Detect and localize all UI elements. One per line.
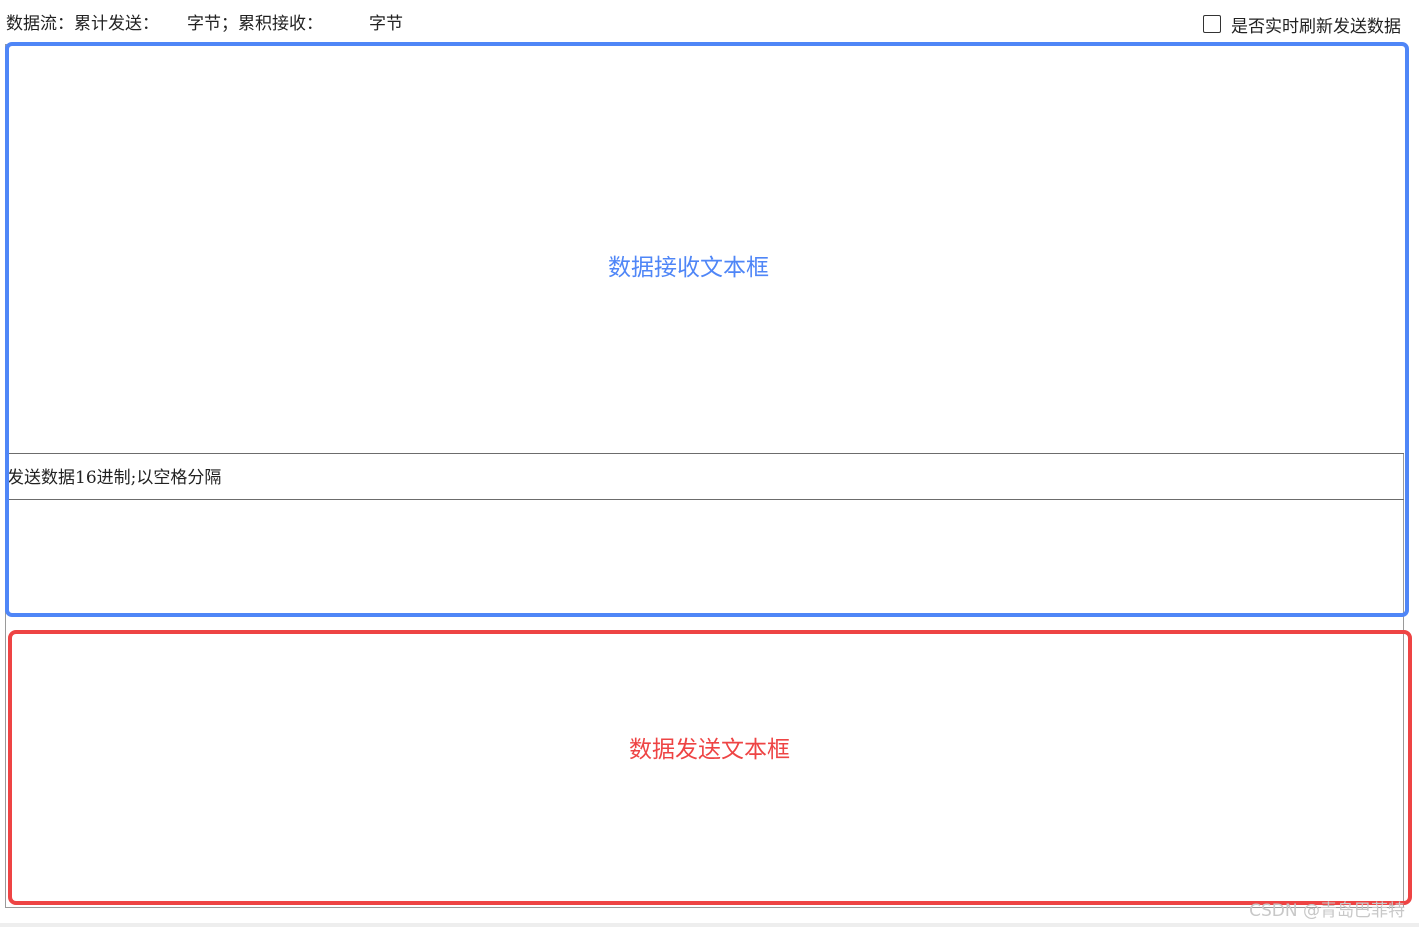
- receive-annotation-caption: 数据接收文本框: [608, 255, 769, 281]
- realtime-refresh-checkbox[interactable]: [1203, 15, 1221, 33]
- send-hex-label: 发送数据16进制;以空格分隔: [7, 468, 222, 488]
- sent-unit: 字节；: [187, 14, 238, 34]
- received-label: 累积接收：: [238, 14, 323, 34]
- send-annotation-caption: 数据发送文本框: [629, 737, 790, 763]
- send-section-header: 发送数据16进制;以空格分隔: [5, 453, 1404, 500]
- sent-label: 累计发送：: [74, 14, 159, 34]
- bottom-divider: [0, 923, 1419, 927]
- realtime-refresh-label: 是否实时刷新发送数据: [1231, 16, 1401, 37]
- status-prefix: 数据流：: [6, 14, 74, 34]
- received-unit: 字节: [369, 14, 403, 34]
- csdn-watermark: CSDN @青岛巴菲特: [1249, 901, 1405, 921]
- data-stream-status: 数据流：累计发送： 字节；累积接收： 字节: [6, 12, 403, 36]
- serial-data-page: 数据流：累计发送： 字节；累积接收： 字节 是否实时刷新发送数据 发送数据16进制;…: [0, 0, 1419, 927]
- realtime-refresh-toggle[interactable]: 是否实时刷新发送数据: [1203, 12, 1401, 37]
- send-textbox[interactable]: [8, 502, 1404, 902]
